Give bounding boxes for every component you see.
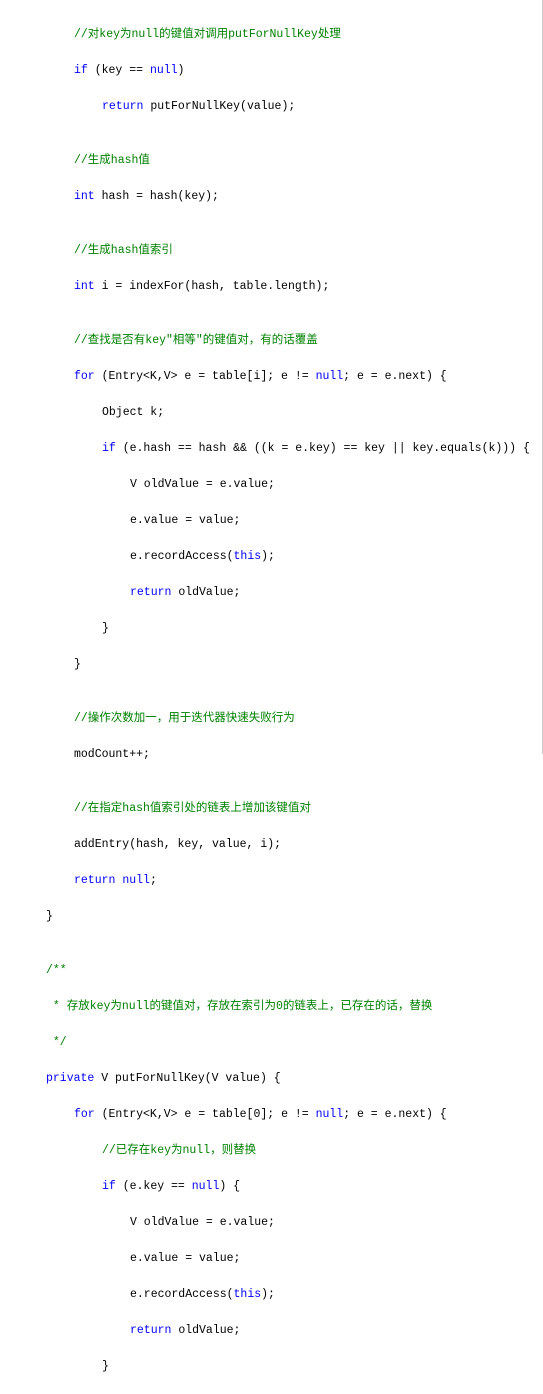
- comment: //生成hash值: [74, 154, 150, 167]
- code-line: * 存放key为null的键值对，存放在索引为0的链表上，已存在的话，替换: [28, 998, 542, 1016]
- code-text: oldValue;: [171, 586, 240, 599]
- code-line: if (key == null): [56, 62, 542, 80]
- code-line: private V putForNullKey(V value) {: [28, 1070, 542, 1088]
- code-text: (e.key ==: [116, 1180, 192, 1193]
- code-text: e.value = value;: [130, 1252, 240, 1265]
- code-text: [115, 874, 122, 887]
- code-line: return null;: [56, 872, 542, 890]
- keyword-null: null: [150, 64, 178, 77]
- comment: * 存放key为null的键值对，存放在索引为0的链表上，已存在的话，替换: [46, 1000, 432, 1013]
- code-line: V oldValue = e.value;: [112, 1214, 542, 1232]
- code-line: //生成hash值: [56, 152, 542, 170]
- code-text: }: [46, 910, 53, 923]
- code-line: return oldValue;: [112, 1322, 542, 1340]
- keyword-if: if: [102, 1180, 116, 1193]
- code-text: ) {: [219, 1180, 240, 1193]
- code-text: );: [261, 1288, 275, 1301]
- code-line: int hash = hash(key);: [56, 188, 542, 206]
- code-line: //操作次数加一，用于迭代器快速失败行为: [56, 710, 542, 728]
- code-line: if (e.hash == hash && ((k = e.key) == ke…: [84, 440, 542, 458]
- code-line: }: [84, 620, 542, 638]
- code-line: */: [28, 1034, 542, 1052]
- code-text: modCount++;: [74, 748, 150, 761]
- code-line: }: [28, 908, 542, 926]
- keyword-for: for: [74, 1108, 95, 1121]
- code-text: ]; e !=: [260, 1108, 315, 1121]
- code-line: for (Entry<K,V> e = table[i]; e != null;…: [56, 368, 542, 386]
- keyword-return: return: [74, 874, 115, 887]
- comment: //查找是否有key"相等"的键值对，有的话覆盖: [74, 334, 318, 347]
- code-text: ): [178, 64, 185, 77]
- code-text: }: [102, 1360, 109, 1373]
- code-line: //已存在key为null，则替换: [84, 1142, 542, 1160]
- code-text: putForNullKey(value);: [143, 100, 295, 113]
- code-text: e.recordAccess(: [130, 1288, 234, 1301]
- code-text: addEntry(hash, key, value, i);: [74, 838, 281, 851]
- code-line: /**: [28, 962, 542, 980]
- code-line: int i = indexFor(hash, table.length);: [56, 278, 542, 296]
- code-text: V putForNullKey(V value) {: [94, 1072, 280, 1085]
- code-line: e.value = value;: [112, 512, 542, 530]
- code-text: ; e = e.next) {: [343, 370, 447, 383]
- code-block: //对key为null的键值对调用putForNullKey处理 if (key…: [0, 0, 543, 754]
- code-text: V oldValue = e.value;: [130, 478, 275, 491]
- code-line: addEntry(hash, key, value, i);: [56, 836, 542, 854]
- comment: //已存在key为null，则替换: [102, 1144, 256, 1157]
- code-line: }: [56, 656, 542, 674]
- code-text: Object k;: [102, 406, 164, 419]
- keyword-this: this: [234, 1288, 262, 1301]
- code-line: modCount++;: [56, 746, 542, 764]
- code-line: }: [84, 1358, 542, 1376]
- code-text: V oldValue = e.value;: [130, 1216, 275, 1229]
- comment: /**: [46, 964, 67, 977]
- comment: //对key为null的键值对调用putForNullKey处理: [74, 28, 341, 41]
- code-line: //生成hash值索引: [56, 242, 542, 260]
- code-text: oldValue;: [171, 1324, 240, 1337]
- keyword-return: return: [102, 100, 143, 113]
- code-text: }: [74, 658, 81, 671]
- code-text: e.value = value;: [130, 514, 240, 527]
- keyword-null: null: [192, 1180, 220, 1193]
- code-line: Object k;: [84, 404, 542, 422]
- comment: //生成hash值索引: [74, 244, 173, 257]
- code-text: e.recordAccess(: [130, 550, 234, 563]
- code-text: ; e = e.next) {: [343, 1108, 447, 1121]
- keyword-private: private: [46, 1072, 94, 1085]
- code-text: (key ==: [88, 64, 150, 77]
- code-line: e.recordAccess(this);: [112, 1286, 542, 1304]
- code-text: hash = hash(key);: [95, 190, 219, 203]
- code-line: V oldValue = e.value;: [112, 476, 542, 494]
- code-line: if (e.key == null) {: [84, 1178, 542, 1196]
- code-line: //查找是否有key"相等"的键值对，有的话覆盖: [56, 332, 542, 350]
- keyword-return: return: [130, 586, 171, 599]
- code-line: e.recordAccess(this);: [112, 548, 542, 566]
- code-line: for (Entry<K,V> e = table[0]; e != null;…: [56, 1106, 542, 1124]
- code-line: return oldValue;: [112, 584, 542, 602]
- code-text: ;: [150, 874, 157, 887]
- comment: //操作次数加一，用于迭代器快速失败行为: [74, 712, 295, 725]
- code-line: e.value = value;: [112, 1250, 542, 1268]
- code-line: return putForNullKey(value);: [84, 98, 542, 116]
- keyword-for: for: [74, 370, 95, 383]
- code-text: );: [261, 550, 275, 563]
- keyword-int: int: [74, 190, 95, 203]
- code-line: //在指定hash值索引处的链表上增加该键值对: [56, 800, 542, 818]
- code-text: (Entry<K,V> e = table[: [95, 1108, 254, 1121]
- keyword-null: null: [122, 874, 150, 887]
- keyword-null: null: [316, 370, 344, 383]
- code-text: }: [102, 622, 109, 635]
- code-text: (Entry<K,V> e = table[i]; e !=: [95, 370, 316, 383]
- comment: */: [46, 1036, 67, 1049]
- keyword-null: null: [316, 1108, 344, 1121]
- keyword-return: return: [130, 1324, 171, 1337]
- keyword-if: if: [74, 64, 88, 77]
- number: 0: [253, 1108, 260, 1121]
- keyword-if: if: [102, 442, 116, 455]
- comment: //在指定hash值索引处的链表上增加该键值对: [74, 802, 311, 815]
- code-text: i = indexFor(hash, table.length);: [95, 280, 330, 293]
- keyword-int: int: [74, 280, 95, 293]
- code-text: (e.hash == hash && ((k = e.key) == key |…: [116, 442, 530, 455]
- code-line: //对key为null的键值对调用putForNullKey处理: [56, 26, 542, 44]
- keyword-this: this: [234, 550, 262, 563]
